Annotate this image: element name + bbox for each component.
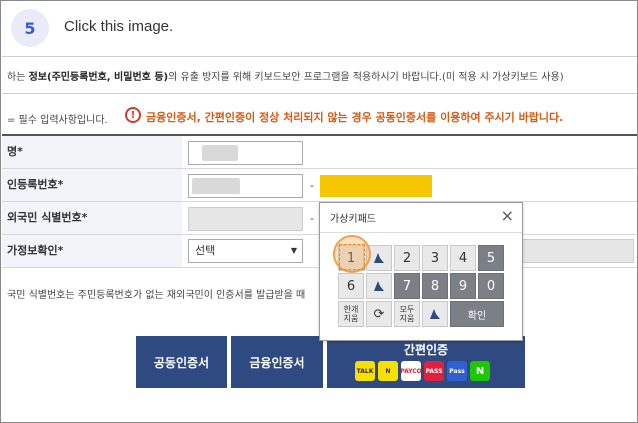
divider (2, 93, 637, 94)
household-select[interactable]: 선택 ▼ (188, 239, 303, 263)
keyboard-security-notice: 하는 정보(주민등록번호, 비밀번호 등)의 유출 방지를 위해 키보드보안 프… (7, 68, 564, 83)
notice-rest: 의 유출 방지를 위해 키보드보안 프로그램을 적용하시기 바랍니다.(미 적용… (168, 72, 564, 83)
form-label: 인등록번호* (2, 169, 182, 201)
dash-separator: - (310, 212, 314, 225)
form-row-resident-number: 인등록번호* - (2, 169, 637, 202)
blank-key-icon[interactable] (366, 273, 392, 299)
screenshot-frame: 5 Click this image. 하는 정보(주민등록번호, 비밀번호 등… (0, 0, 638, 423)
blank-key-icon[interactable] (422, 301, 448, 327)
masked-value (202, 145, 238, 161)
chevron-down-icon: ▼ (290, 246, 297, 255)
form-label: 가정보확인* (2, 235, 182, 267)
delete-all-key[interactable]: 모두 지움 (394, 301, 420, 327)
kakao-logo-icon: TALK (355, 361, 375, 381)
form-label: 외국민 식별번호* (2, 202, 182, 234)
key-3[interactable]: 3 (422, 245, 448, 271)
pass2-logo-icon: Pass (447, 361, 467, 381)
step-instruction: Click this image. (64, 18, 174, 35)
key-6[interactable]: 6 (338, 273, 364, 299)
warning-icon: ! (125, 107, 141, 123)
foreign-id-front-input[interactable] (188, 207, 303, 231)
divider (2, 56, 637, 57)
keypad-confirm-button[interactable]: 확인 (450, 301, 504, 327)
notice-bold: 정보(주민등록번호, 비밀번호 등) (28, 72, 169, 83)
dash-separator: - (310, 179, 314, 192)
kb-logo-icon: N (378, 361, 398, 381)
simple-auth-button[interactable]: 간편인증 TALK N PAYCO PASS Pass N (327, 336, 525, 388)
form-row-name: 명* (2, 136, 637, 169)
key-0[interactable]: 0 (478, 273, 504, 299)
foreign-id-note: 국민 식별번호는 주민등록번호가 없는 재외국민이 인증서를 발급받을 때 (7, 290, 306, 301)
keypad-title: 가상키패드 (330, 214, 376, 225)
resident-number-back-input[interactable] (320, 175, 432, 197)
warning-text: 금융인증서, 간편인증이 정상 처리되지 않는 경우 공동인증서를 이용하여 주… (146, 111, 564, 124)
divider (320, 232, 522, 233)
form-label: 명* (2, 136, 182, 168)
simple-auth-logos: TALK N PAYCO PASS Pass N (355, 361, 490, 381)
financial-certificate-button[interactable]: 금융인증서 (231, 336, 323, 388)
masked-value (192, 178, 240, 194)
key-7[interactable]: 7 (394, 273, 420, 299)
key-2[interactable]: 2 (394, 245, 420, 271)
payco-logo-icon: PAYCO (400, 361, 422, 381)
naver-logo-icon: N (470, 361, 490, 381)
joint-certificate-button[interactable]: 공동인증서 (136, 336, 227, 388)
key-9[interactable]: 9 (450, 273, 476, 299)
key-8[interactable]: 8 (422, 273, 448, 299)
step-number-badge: 5 (11, 9, 49, 47)
pass-logo-icon: PASS (424, 361, 444, 381)
delete-one-key[interactable]: 한개 지움 (338, 301, 364, 327)
close-icon[interactable]: × (501, 206, 514, 225)
click-target-outline (339, 244, 365, 270)
household-extra-input[interactable] (522, 239, 634, 263)
refresh-icon[interactable]: ⟳ (366, 301, 392, 327)
key-4[interactable]: 4 (450, 245, 476, 271)
required-note: = 필수 입력사항입니다. (7, 115, 108, 126)
key-5[interactable]: 5 (478, 245, 504, 271)
notice-prefix: 하는 (7, 72, 29, 83)
simple-auth-title: 간편인증 (403, 343, 449, 357)
